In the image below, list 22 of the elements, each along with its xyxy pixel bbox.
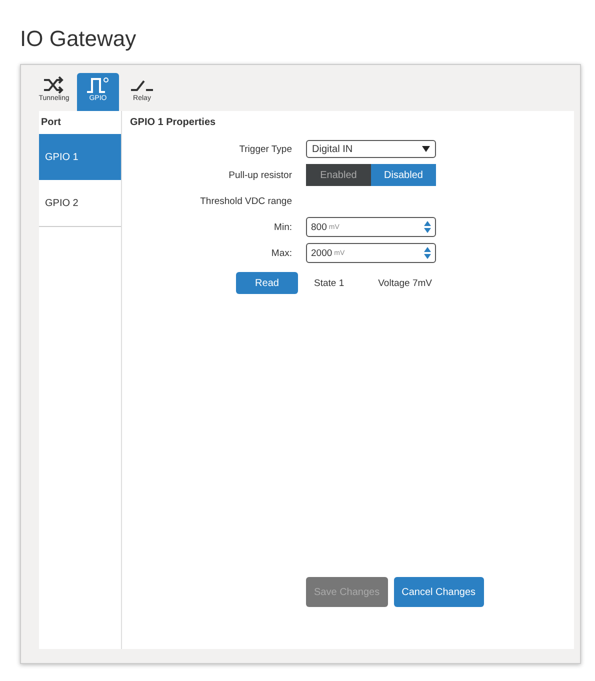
field-label: Trigger Type: [238, 144, 293, 154]
properties-heading: GPIO 1 Properties: [130, 117, 217, 128]
trigger-type-select[interactable]: Digital IN: [306, 140, 436, 158]
spinner-icon: [424, 221, 431, 233]
caret-icon: [422, 146, 430, 152]
section-label: Threshold VDC range: [199, 196, 293, 206]
field-label: Min:: [273, 222, 293, 232]
read-button[interactable]: Read: [236, 272, 298, 294]
port-item[interactable]: GPIO 1: [39, 134, 121, 180]
cancel-button[interactable]: Cancel Changes: [394, 577, 484, 607]
spinner-icon: [424, 247, 431, 259]
voltage-reading: Voltage 7mV: [378, 278, 432, 288]
toggle-option[interactable]: Enabled: [306, 164, 371, 186]
port-item[interactable]: GPIO 2: [39, 180, 121, 227]
page-title: IO Gateway: [20, 26, 138, 52]
port-heading: Port: [40, 117, 62, 130]
field-label: Pull-up resistor: [228, 170, 293, 180]
pulse-icon: [86, 76, 110, 94]
shuffle-icon: [42, 76, 66, 94]
toggle-option[interactable]: Disabled: [371, 164, 436, 186]
field-label: Max:: [270, 248, 293, 258]
state-reading: State 1: [314, 278, 344, 288]
